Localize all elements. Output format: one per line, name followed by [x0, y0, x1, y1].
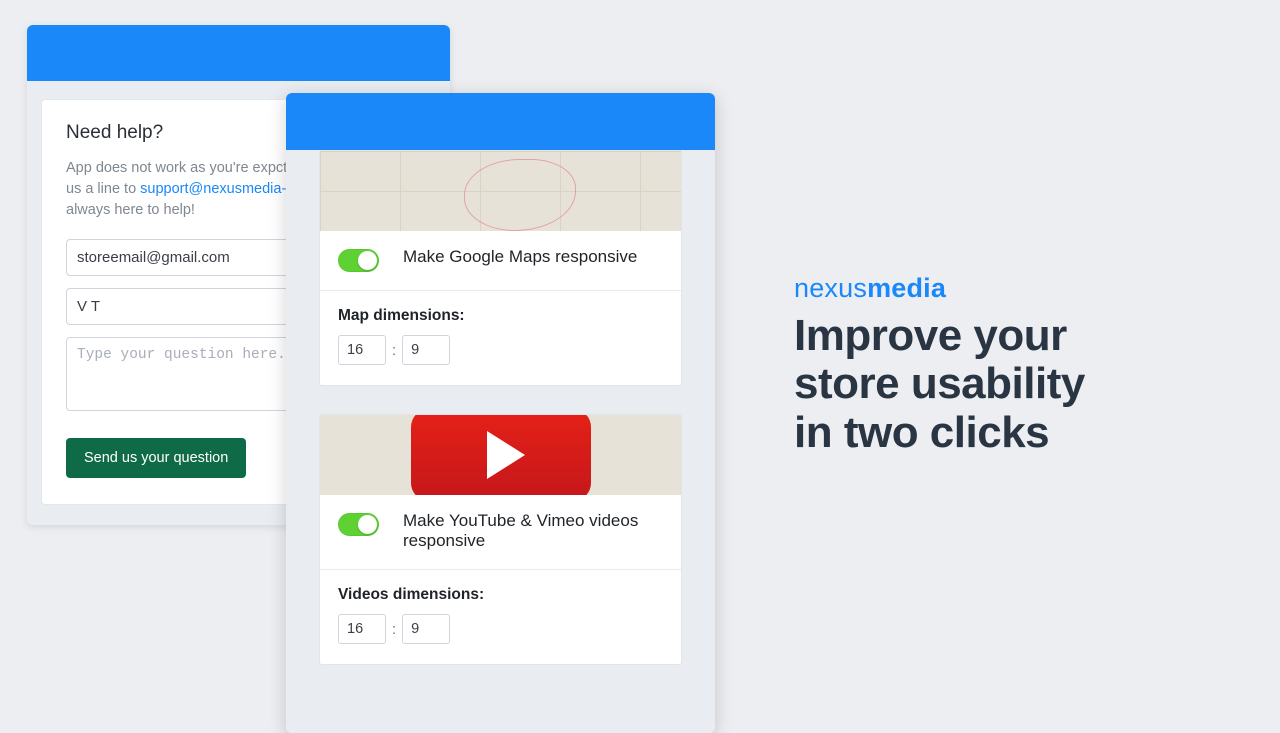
videos-dimensions-section: Videos dimensions: :	[320, 570, 681, 664]
videos-dimensions-inputs: :	[338, 614, 663, 644]
maps-toggle-label: Make Google Maps responsive	[403, 247, 637, 267]
videos-width-input[interactable]	[338, 614, 386, 644]
help-window-titlebar	[27, 25, 450, 81]
map-height-input[interactable]	[402, 335, 450, 365]
videos-toggle-label: Make YouTube & Vimeo videos responsive	[403, 511, 663, 551]
ratio-colon: :	[392, 621, 396, 638]
videos-height-input[interactable]	[402, 614, 450, 644]
videos-responsive-toggle[interactable]	[338, 513, 379, 536]
send-question-button[interactable]: Send us your question	[66, 438, 246, 478]
maps-toggle-row: Make Google Maps responsive	[320, 231, 681, 290]
tagline-line3: in two clicks	[794, 409, 1174, 457]
map-width-input[interactable]	[338, 335, 386, 365]
brand-part2: media	[867, 273, 946, 303]
marketing-copy: nexusmedia Improve your store usability …	[794, 273, 1174, 457]
maps-card: Make Google Maps responsive Map dimensio…	[319, 150, 682, 386]
map-preview	[320, 151, 681, 231]
map-dimensions-label: Map dimensions:	[338, 307, 663, 325]
maps-responsive-toggle[interactable]	[338, 249, 379, 272]
brand-part1: nexus	[794, 273, 867, 303]
settings-window: Make Google Maps responsive Map dimensio…	[286, 93, 715, 733]
videos-card: Make YouTube & Vimeo videos responsive V…	[319, 414, 682, 665]
map-dimensions-section: Map dimensions: :	[320, 291, 681, 385]
videos-toggle-row: Make YouTube & Vimeo videos responsive	[320, 495, 681, 569]
videos-dimensions-label: Videos dimensions:	[338, 586, 663, 604]
brand-logo: nexusmedia	[794, 273, 1174, 304]
video-preview	[320, 415, 681, 495]
youtube-play-icon	[411, 415, 591, 495]
map-dimensions-inputs: :	[338, 335, 663, 365]
ratio-colon: :	[392, 342, 396, 359]
settings-window-titlebar	[286, 93, 715, 150]
tagline-line1: Improve your	[794, 312, 1174, 360]
tagline: Improve your store usability in two clic…	[794, 312, 1174, 457]
settings-body: Make Google Maps responsive Map dimensio…	[286, 150, 715, 665]
tagline-line2: store usability	[794, 360, 1174, 408]
